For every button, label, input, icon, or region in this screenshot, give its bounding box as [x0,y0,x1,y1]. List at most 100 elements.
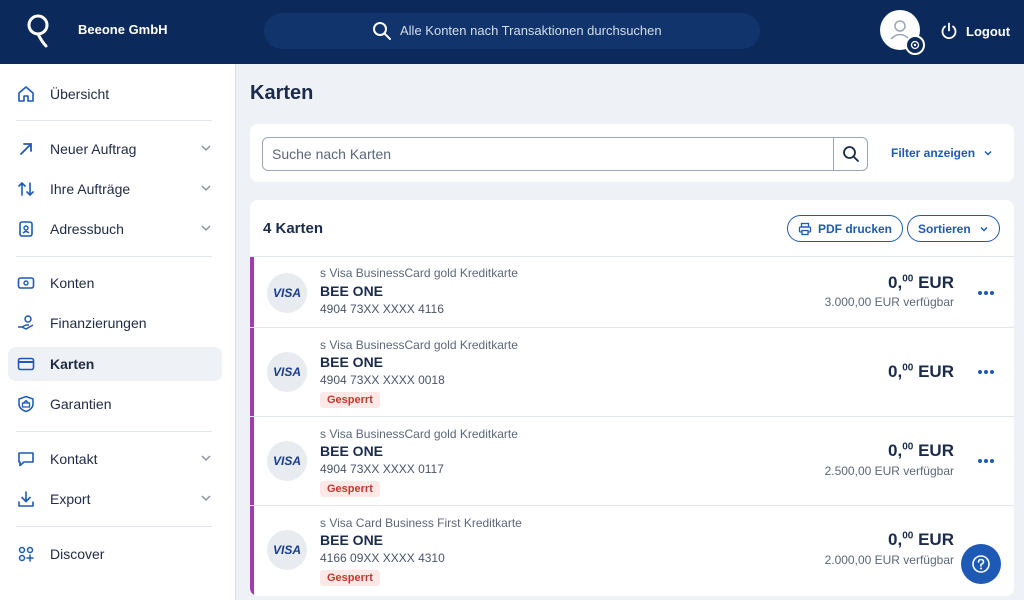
sidebar-item-garantien[interactable]: Garantien [8,387,222,421]
visa-logo-icon: VISA [267,441,307,481]
card-type: s Visa BusinessCard gold Kreditkarte [320,266,518,280]
card-search-input[interactable] [263,138,835,170]
more-options-icon[interactable] [976,283,996,303]
visa-logo-icon: VISA [267,273,307,313]
question-icon [972,555,990,573]
filter-card: Filter anzeigen [250,124,1014,182]
sidebar-item-label: Finanzierungen [50,315,147,331]
card-holder-name: BEE ONE [320,283,384,299]
sidebar-item-label: Adressbuch [50,221,124,237]
top-header: Beeone GmbH Alle Konten nach Transaktion… [0,0,1024,64]
guarantee-icon [16,394,36,414]
card-row[interactable]: VISA s Visa BusinessCard gold Kreditkart… [250,417,1014,506]
sort-button[interactable]: Sortieren [907,215,1000,242]
sidebar-item-kontakt[interactable]: Kontakt [8,442,222,476]
chevron-down-icon [201,225,211,232]
card-balance: 0,00 EUR [888,273,954,292]
more-options-icon[interactable] [976,451,996,471]
arrow-up-right-icon [16,139,36,159]
sidebar-item-uebersicht[interactable]: Übersicht [8,77,222,111]
status-badge: Gesperrt [320,392,380,408]
sidebar-item-label: Übersicht [50,86,110,102]
sidebar-item-export[interactable]: Export [8,482,222,516]
sort-arrows-icon [16,179,36,199]
card-type: s Visa BusinessCard gold Kreditkarte [320,338,518,352]
card-holder-name: BEE ONE [320,443,384,459]
sidebar-item-label: Kontakt [50,451,98,467]
chevron-down-icon [980,226,988,232]
address-book-icon [16,219,36,239]
cards-list: 4 Karten PDF drucken Sortieren VISA s Vi… [250,200,1014,596]
sidebar-item-label: Export [50,491,91,507]
divider [16,256,212,257]
help-button[interactable] [961,544,1001,584]
sidebar-item-karten[interactable]: Karten [8,347,222,381]
sidebar-item-label: Karten [50,356,95,372]
page-title: Karten [250,82,314,104]
chevron-down-icon [201,185,211,192]
sidebar-item-neuer-auftrag[interactable]: Neuer Auftrag [8,132,222,166]
list-header: 4 Karten PDF drucken Sortieren [250,200,1014,257]
card-type: s Visa BusinessCard gold Kreditkarte [320,427,518,441]
divider [16,120,212,121]
sidebar-item-label: Garantien [50,396,112,412]
chevron-down-icon [984,150,992,156]
logout-button[interactable]: Logout [940,20,1010,42]
card-number: 4904 73XX XXXX 4116 [320,302,444,316]
available-amount: 3.000,00 EUR verfügbar [824,295,954,309]
sidebar-item-label: Discover [50,546,105,562]
home-icon [16,84,36,104]
card-row[interactable]: VISA s Visa BusinessCard gold Kreditkart… [250,257,1014,328]
financing-icon [16,313,36,333]
more-options-icon[interactable] [976,362,996,382]
row-marker [250,328,254,416]
logout-label: Logout [966,23,1011,39]
printer-icon [798,222,812,235]
global-search-bar[interactable]: Alle Konten nach Transaktionen durchsuch… [264,13,760,49]
chevron-down-icon [201,455,211,462]
sidebar-item-label: Ihre Aufträge [50,181,131,197]
sidebar: Übersicht Neuer Auftrag Ihre Aufträge Ad… [0,64,236,600]
power-icon [941,22,957,40]
filter-toggle-button[interactable]: Filter anzeigen [891,146,993,160]
account-icon [16,273,36,293]
sidebar-item-finanzierungen[interactable]: Finanzierungen [8,306,222,340]
card-count: 4 Karten [263,220,324,237]
card-holder-name: BEE ONE [320,532,384,548]
card-icon [16,354,36,374]
chevron-down-icon [201,495,211,502]
available-amount: 2.500,00 EUR verfügbar [824,464,954,478]
sidebar-item-ihre-auftraege[interactable]: Ihre Aufträge [8,172,222,206]
sidebar-item-adressbuch[interactable]: Adressbuch [8,212,222,246]
discover-icon [16,544,36,564]
card-balance: 0,00 EUR [888,441,954,460]
search-icon [842,146,859,162]
logo-icon[interactable] [24,12,52,50]
row-marker [250,257,254,327]
settings-badge-icon[interactable] [905,35,925,55]
sidebar-item-label: Konten [50,275,95,291]
row-marker [250,417,254,505]
sidebar-item-discover[interactable]: Discover [8,537,222,571]
card-number: 4904 73XX XXXX 0117 [320,462,444,476]
available-amount: 2.000,00 EUR verfügbar [824,553,954,567]
divider [16,526,212,527]
sidebar-item-konten[interactable]: Konten [8,266,222,300]
status-badge: Gesperrt [320,570,380,586]
card-search-button[interactable] [833,138,867,170]
filter-label: Filter anzeigen [891,146,976,160]
divider [16,431,212,432]
global-search-placeholder: Alle Konten nach Transaktionen durchsuch… [400,23,662,38]
pdf-print-button[interactable]: PDF drucken [787,215,904,242]
sort-label: Sortieren [918,221,971,236]
chat-icon [16,449,36,469]
visa-logo-icon: VISA [267,352,307,392]
chevron-down-icon [201,145,211,152]
download-icon [16,489,36,509]
visa-logo-icon: VISA [267,530,307,570]
card-search-box [262,137,868,171]
search-icon [373,22,391,40]
card-row[interactable]: VISA s Visa BusinessCard gold Kreditkart… [250,328,1014,417]
card-number: 4166 09XX XXXX 4310 [320,551,445,565]
card-row[interactable]: VISA s Visa Card Business First Kreditka… [250,506,1014,596]
